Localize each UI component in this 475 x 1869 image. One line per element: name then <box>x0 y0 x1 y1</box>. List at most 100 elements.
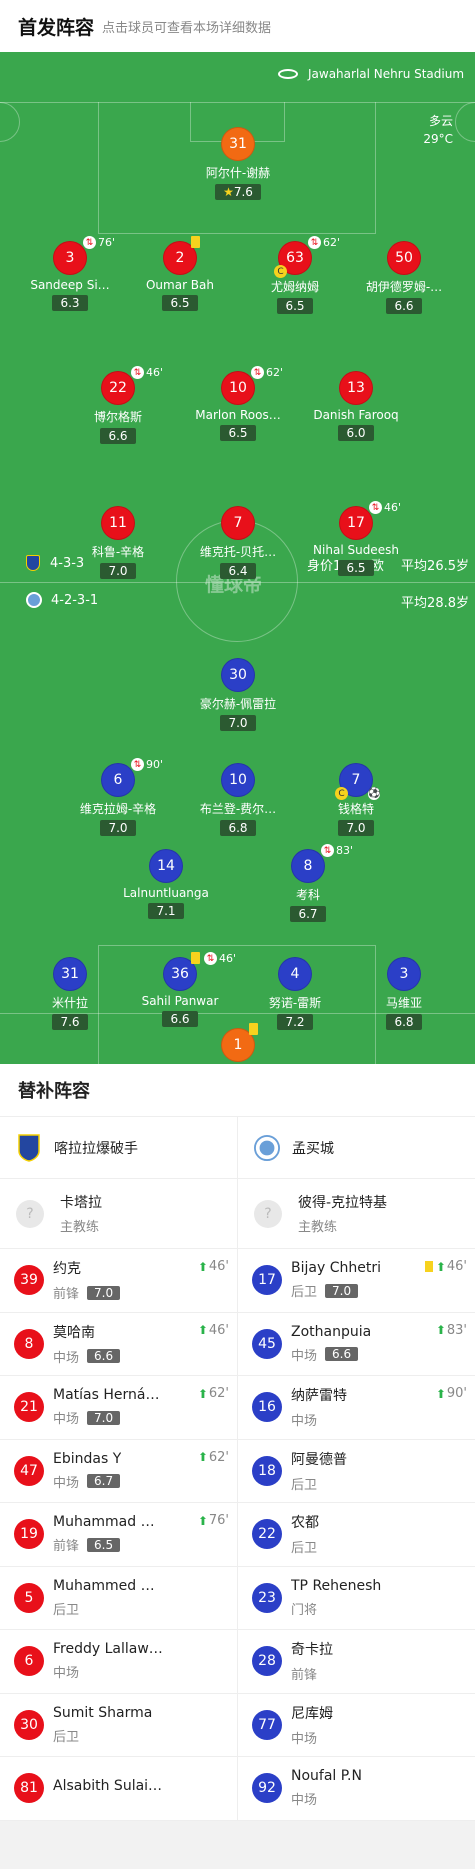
sub-number-badge: 39 <box>14 1265 44 1296</box>
away-team-header[interactable]: 孟买城 <box>238 1117 475 1179</box>
player-63-home[interactable]: 63 ⇅ 62' C 尤姆纳姆 6.5 <box>235 236 355 314</box>
player-number-badge: 7 C ⚽ <box>335 763 380 800</box>
mvp-star-icon: ★ <box>223 185 234 199</box>
player-30-away[interactable]: 30 豪尔赫-佩雷拉 7.0 <box>178 658 298 731</box>
player-3-home[interactable]: 3 ⇅ 76' Sandeep Si… 6.3 <box>10 236 130 311</box>
yellow-card-icon <box>191 952 200 964</box>
sub-out-marker: ⇅ 90' <box>131 758 163 771</box>
yellow-card-icon <box>249 1023 258 1035</box>
player-name: 米什拉 <box>51 996 88 1010</box>
coach-avatar-icon: ? <box>16 1199 44 1228</box>
sub-row-home-8[interactable]: 8 莫哈南 中场 6.6 ⬆ 46' <box>0 1313 237 1376</box>
sub-position: 中场 <box>53 1475 80 1491</box>
sub-row-home-39[interactable]: 39 约克 前锋 7.0 ⬆ 46' <box>0 1249 237 1313</box>
player-31-home[interactable]: 31 阿尔什-谢赫 ★7.6 <box>178 127 298 200</box>
player-11-home[interactable]: 11 科鲁-辛格 7.0 <box>58 506 178 579</box>
pitch: Jawaharlal Nehru Stadium 多云 29°C 懂球帝 4-3… <box>0 52 475 1064</box>
sub-out-icon: ⇅ <box>131 758 144 771</box>
sub-row-away-23[interactable]: 23 TP Rehenesh 门将 <box>238 1567 475 1630</box>
sub-position: 中场 <box>291 1793 318 1809</box>
player-14-away[interactable]: 14 Lalnuntluanga 7.1 <box>106 849 226 919</box>
player-name: 维克拉姆-辛格 <box>79 802 157 816</box>
player-rating: ★7.6 <box>215 184 261 200</box>
player-22-home[interactable]: 22 ⇅ 46' 博尔格斯 6.6 <box>58 366 178 444</box>
sub-row-away-16[interactable]: 16 纳萨雷特 中场 ⬆ 90' <box>238 1376 475 1440</box>
player-2-home[interactable]: 2 Oumar Bah 6.5 <box>120 236 240 311</box>
sub-name: Sumit Sharma <box>53 1704 153 1721</box>
sub-row-home-81[interactable]: 81 Alsabith Sulai… <box>0 1757 237 1821</box>
sub-position: 后卫 <box>291 1541 318 1557</box>
sub-row-away-18[interactable]: 18 阿曼德普 后卫 <box>238 1440 475 1503</box>
sub-row-home-21[interactable]: 21 Matías Herná… 中场 7.0 ⬆ 62' <box>0 1376 237 1440</box>
coach-avatar-icon: ? <box>254 1199 282 1228</box>
player-rating: 6.7 <box>290 906 326 922</box>
player-number-badge: 4 <box>278 957 312 991</box>
player-50-home[interactable]: 50 胡伊德罗姆-… 6.6 <box>344 241 464 314</box>
sub-row-home-5[interactable]: 5 Muhammed … 后卫 <box>0 1567 237 1630</box>
sub-row-away-45[interactable]: 45 Zothanpuia 中场 6.6 ⬆ 83' <box>238 1313 475 1376</box>
player-1-away[interactable]: 1拉琴帕6.9 <box>178 1023 298 1064</box>
lineup-header: 首发阵容 点击球员可查看本场详细数据 <box>0 0 475 52</box>
sub-row-home-19[interactable]: 19 Muhammad … 前锋 6.5 ⬆ 76' <box>0 1503 237 1567</box>
sub-row-away-17[interactable]: 17 Bijay Chhetri 后卫 7.0 ⬆ 46' <box>238 1249 475 1313</box>
sub-out-marker: ⇅ 62' <box>251 366 283 379</box>
player-4-away[interactable]: 4 努诺-雷斯 7.2 <box>235 957 355 1030</box>
player-number-badge: 6 ⇅ 90' <box>101 758 163 797</box>
player-8-away[interactable]: 8 ⇅ 83' 考科 6.7 <box>248 844 368 922</box>
sub-name: Alsabith Sulai… <box>53 1777 163 1794</box>
player-rating: 7.0 <box>100 820 136 836</box>
sub-rating: 7.0 <box>325 1283 359 1298</box>
sub-row-home-6[interactable]: 6 Freddy Lallaw… 中场 <box>0 1630 237 1694</box>
sub-row-home-30[interactable]: 30 Sumit Sharma 后卫 <box>0 1694 237 1757</box>
sub-in-minute: 62' <box>208 1386 229 1401</box>
sub-in-arrow-icon: ⬆ <box>197 1323 208 1337</box>
sub-in-marker: ⬆ 90' <box>436 1386 467 1401</box>
player-rating: 7.0 <box>220 715 256 731</box>
sub-in-marker: ⬆ 46' <box>424 1259 467 1274</box>
player-rating: 6.5 <box>338 560 374 576</box>
sub-number-badge: 77 <box>252 1709 282 1740</box>
sub-row-home-47[interactable]: 47 Ebindas Y 中场 6.7 ⬆ 62' <box>0 1440 237 1503</box>
player-name: 考科 <box>295 888 320 902</box>
player-13-home[interactable]: 13 Danish Farooq 6.0 <box>296 371 416 441</box>
player-36-away[interactable]: 36 ⇅ 46' Sahil Panwar 6.6 <box>120 952 240 1027</box>
player-6-away[interactable]: 6 ⇅ 90' 维克拉姆-辛格 7.0 <box>58 758 178 836</box>
home-team-header[interactable]: 喀拉拉爆破手 <box>0 1117 237 1179</box>
sub-in-minute: 46' <box>208 1259 229 1274</box>
player-rating: 6.5 <box>220 425 256 441</box>
sub-in-arrow-icon: ⬆ <box>197 1386 208 1401</box>
sub-row-away-22[interactable]: 22 农都 后卫 <box>238 1503 475 1567</box>
player-number-badge: 36 ⇅ 46' <box>163 952 236 991</box>
sub-position: 中场 <box>53 1412 80 1428</box>
player-10-home[interactable]: 10 ⇅ 62' Marlon Roos… 6.5 <box>178 366 298 441</box>
player-name: 尤姆纳姆 <box>270 280 319 294</box>
sub-name: 莫哈南 <box>53 1324 95 1341</box>
sub-out-marker: ⇅ 46' <box>131 366 163 379</box>
sub-row-away-28[interactable]: 28 奇卡拉 前锋 <box>238 1630 475 1694</box>
away-coach[interactable]: ? 彼得-克拉特基 主教练 <box>238 1179 475 1249</box>
sub-row-away-77[interactable]: 77 尼库姆 中场 <box>238 1694 475 1757</box>
player-rating: 6.8 <box>386 1014 422 1030</box>
player-name: Sandeep Si… <box>30 278 110 292</box>
sub-position: 前锋 <box>291 1668 318 1684</box>
sub-in-arrow-icon: ⬆ <box>435 1259 446 1274</box>
player-rating: 6.4 <box>220 563 256 579</box>
player-name: Sahil Panwar <box>141 994 219 1008</box>
player-7-away[interactable]: 7 C ⚽ 钱格特 7.0 <box>296 763 416 836</box>
player-7-home[interactable]: 7 维克托-贝托… 6.4 <box>178 506 298 579</box>
player-name: Lalnuntluanga <box>123 886 209 900</box>
away-team-crest-icon <box>254 1133 280 1163</box>
player-name: 马维亚 <box>385 996 422 1010</box>
sub-row-away-92[interactable]: 92 Noufal P.N 中场 <box>238 1757 475 1821</box>
sub-out-icon: ⇅ <box>321 844 334 857</box>
player-17-home[interactable]: 17 ⇅ 46' Nihal Sudeesh 6.5 <box>296 501 416 576</box>
home-coach[interactable]: ? 卡塔拉 主教练 <box>0 1179 237 1249</box>
player-10-away[interactable]: 10 布兰登-费尔… 6.8 <box>178 763 298 836</box>
player-31-away[interactable]: 31 米什拉 7.6 <box>10 957 130 1030</box>
player-3-away[interactable]: 3 马维亚 6.8 <box>344 957 464 1030</box>
player-rating: 6.6 <box>100 428 136 444</box>
sub-rating: 6.6 <box>325 1347 359 1362</box>
sub-number-badge: 81 <box>14 1773 44 1804</box>
sub-minute: 76' <box>98 236 116 249</box>
sub-minute: 62' <box>266 366 284 379</box>
